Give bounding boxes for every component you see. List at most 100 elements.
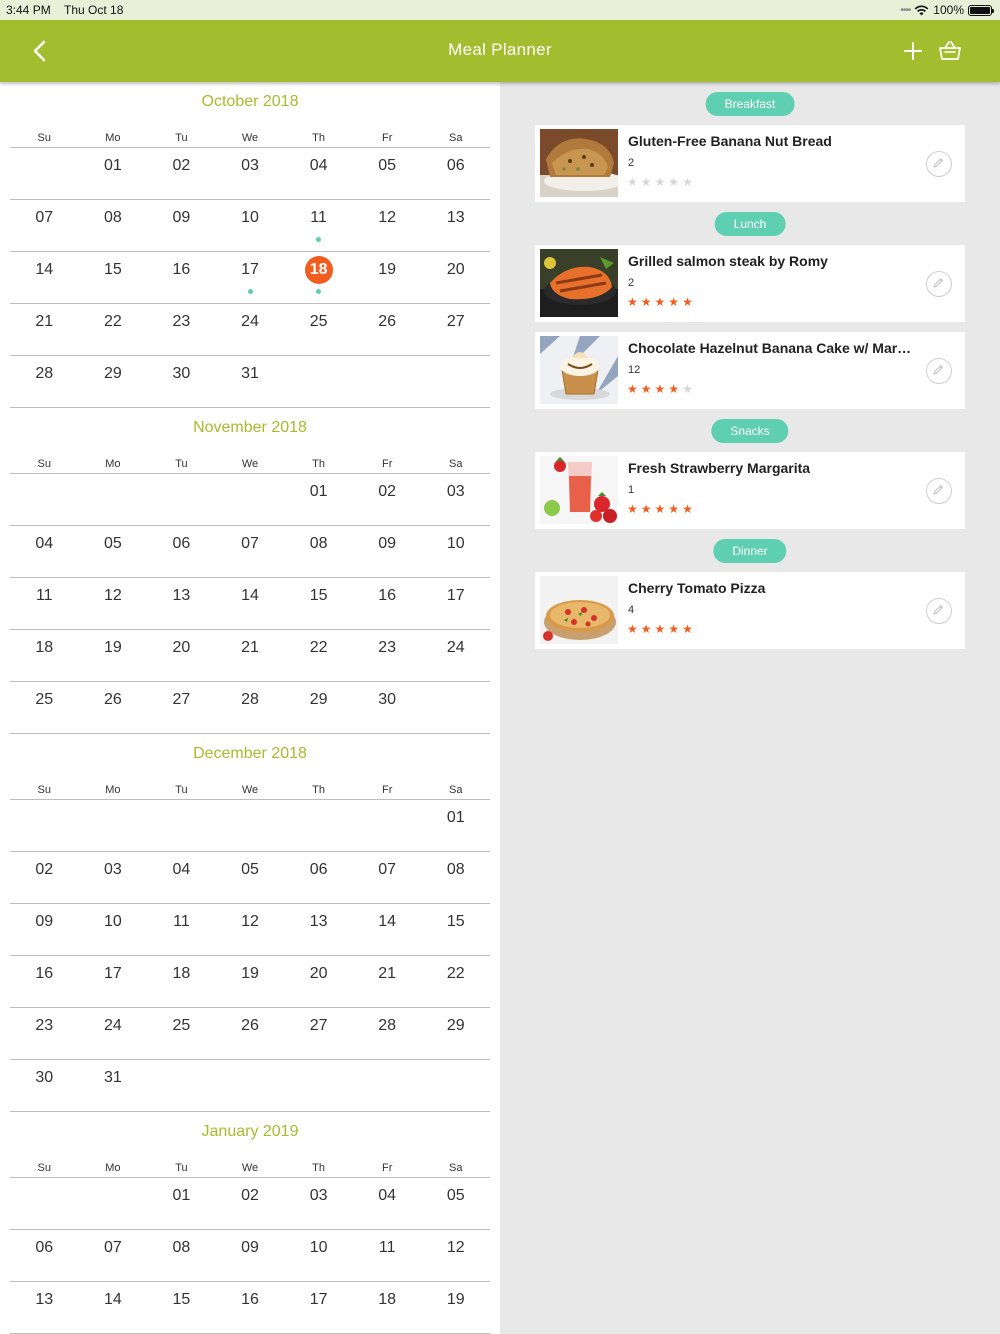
day-cell[interactable]: 15 xyxy=(79,252,148,303)
day-cell-today[interactable]: 18 xyxy=(284,252,353,303)
day-cell[interactable]: 16 xyxy=(147,252,216,303)
day-cell[interactable]: 07 xyxy=(10,200,79,251)
meal-card[interactable]: Grilled salmon steak by Romy 2 ★★★★★ xyxy=(535,245,965,322)
day-cell[interactable]: 06 xyxy=(10,1230,79,1281)
day-cell[interactable]: 28 xyxy=(10,356,79,407)
day-cell[interactable]: 31 xyxy=(216,356,285,407)
day-cell[interactable]: 12 xyxy=(79,578,148,629)
day-cell[interactable]: 26 xyxy=(216,1008,285,1059)
day-cell[interactable]: 15 xyxy=(421,904,490,955)
day-cell[interactable]: 14 xyxy=(216,578,285,629)
edit-pencil-icon[interactable] xyxy=(926,478,952,504)
day-cell[interactable]: 31 xyxy=(79,1060,148,1111)
day-cell[interactable]: 03 xyxy=(79,852,148,903)
day-cell[interactable]: 03 xyxy=(421,474,490,525)
day-cell[interactable]: 14 xyxy=(79,1282,148,1333)
day-cell[interactable]: 07 xyxy=(353,852,422,903)
day-cell[interactable]: 28 xyxy=(353,1008,422,1059)
day-cell[interactable]: 04 xyxy=(10,526,79,577)
day-cell[interactable]: 19 xyxy=(79,630,148,681)
edit-pencil-icon[interactable] xyxy=(926,271,952,297)
meal-card[interactable]: Cherry Tomato Pizza 4 ★★★★★ xyxy=(535,572,965,649)
day-cell[interactable]: 18 xyxy=(353,1282,422,1333)
day-cell[interactable]: 27 xyxy=(147,682,216,733)
edit-pencil-icon[interactable] xyxy=(926,598,952,624)
day-cell[interactable]: 05 xyxy=(353,148,422,199)
day-cell[interactable]: 09 xyxy=(216,1230,285,1281)
day-cell[interactable]: 29 xyxy=(421,1008,490,1059)
day-cell[interactable]: 20 xyxy=(147,630,216,681)
edit-pencil-icon[interactable] xyxy=(926,358,952,384)
day-cell[interactable]: 01 xyxy=(421,800,490,851)
day-cell[interactable]: 22 xyxy=(79,304,148,355)
day-cell[interactable]: 23 xyxy=(353,630,422,681)
day-cell[interactable]: 28 xyxy=(216,682,285,733)
day-cell[interactable]: 12 xyxy=(421,1230,490,1281)
day-cell[interactable]: 25 xyxy=(10,682,79,733)
day-cell[interactable]: 06 xyxy=(147,526,216,577)
day-cell[interactable]: 24 xyxy=(216,304,285,355)
day-cell[interactable]: 03 xyxy=(216,148,285,199)
day-cell[interactable]: 08 xyxy=(284,526,353,577)
day-cell[interactable]: 22 xyxy=(421,956,490,1007)
day-cell[interactable]: 11 xyxy=(147,904,216,955)
day-cell[interactable]: 21 xyxy=(216,630,285,681)
day-cell[interactable]: 05 xyxy=(216,852,285,903)
day-cell[interactable]: 09 xyxy=(10,904,79,955)
day-cell[interactable]: 16 xyxy=(216,1282,285,1333)
meal-card[interactable]: Gluten-Free Banana Nut Bread 2 ★★★★★ xyxy=(535,125,965,202)
day-cell[interactable]: 09 xyxy=(353,526,422,577)
day-cell[interactable]: 19 xyxy=(353,252,422,303)
day-cell[interactable]: 05 xyxy=(79,526,148,577)
day-cell[interactable]: 17 xyxy=(216,252,285,303)
day-cell[interactable]: 26 xyxy=(79,682,148,733)
day-cell[interactable]: 12 xyxy=(353,200,422,251)
day-cell[interactable]: 20 xyxy=(284,956,353,1007)
day-cell[interactable]: 01 xyxy=(147,1178,216,1229)
day-cell[interactable]: 30 xyxy=(147,356,216,407)
day-cell[interactable]: 05 xyxy=(421,1178,490,1229)
day-cell[interactable]: 11 xyxy=(284,200,353,251)
day-cell[interactable]: 29 xyxy=(284,682,353,733)
day-cell[interactable]: 10 xyxy=(216,200,285,251)
day-cell[interactable]: 23 xyxy=(147,304,216,355)
day-cell[interactable]: 14 xyxy=(10,252,79,303)
day-cell[interactable]: 02 xyxy=(216,1178,285,1229)
day-cell[interactable]: 09 xyxy=(147,200,216,251)
day-cell[interactable]: 04 xyxy=(353,1178,422,1229)
day-cell[interactable]: 18 xyxy=(147,956,216,1007)
day-cell[interactable]: 06 xyxy=(421,148,490,199)
day-cell[interactable]: 21 xyxy=(10,304,79,355)
day-cell[interactable]: 02 xyxy=(147,148,216,199)
day-cell[interactable]: 17 xyxy=(284,1282,353,1333)
shopping-basket-icon[interactable] xyxy=(937,39,963,63)
day-cell[interactable]: 07 xyxy=(216,526,285,577)
day-cell[interactable]: 11 xyxy=(353,1230,422,1281)
day-cell[interactable]: 23 xyxy=(10,1008,79,1059)
day-cell[interactable]: 18 xyxy=(10,630,79,681)
day-cell[interactable]: 19 xyxy=(421,1282,490,1333)
day-cell[interactable]: 06 xyxy=(284,852,353,903)
day-cell[interactable]: 03 xyxy=(284,1178,353,1229)
day-cell[interactable]: 24 xyxy=(79,1008,148,1059)
meal-card[interactable]: Fresh Strawberry Margarita 1 ★★★★★ xyxy=(535,452,965,529)
day-cell[interactable]: 17 xyxy=(421,578,490,629)
day-cell[interactable]: 30 xyxy=(353,682,422,733)
day-cell[interactable]: 01 xyxy=(79,148,148,199)
day-cell[interactable]: 15 xyxy=(147,1282,216,1333)
day-cell[interactable]: 01 xyxy=(284,474,353,525)
add-icon[interactable] xyxy=(902,40,924,62)
day-cell[interactable]: 27 xyxy=(421,304,490,355)
day-cell[interactable]: 26 xyxy=(353,304,422,355)
day-cell[interactable]: 13 xyxy=(147,578,216,629)
day-cell[interactable]: 16 xyxy=(353,578,422,629)
day-cell[interactable]: 10 xyxy=(79,904,148,955)
day-cell[interactable]: 08 xyxy=(421,852,490,903)
day-cell[interactable]: 13 xyxy=(421,200,490,251)
day-cell[interactable]: 20 xyxy=(421,252,490,303)
day-cell[interactable]: 02 xyxy=(353,474,422,525)
day-cell[interactable]: 15 xyxy=(284,578,353,629)
day-cell[interactable]: 10 xyxy=(421,526,490,577)
day-cell[interactable]: 02 xyxy=(10,852,79,903)
day-cell[interactable]: 04 xyxy=(147,852,216,903)
